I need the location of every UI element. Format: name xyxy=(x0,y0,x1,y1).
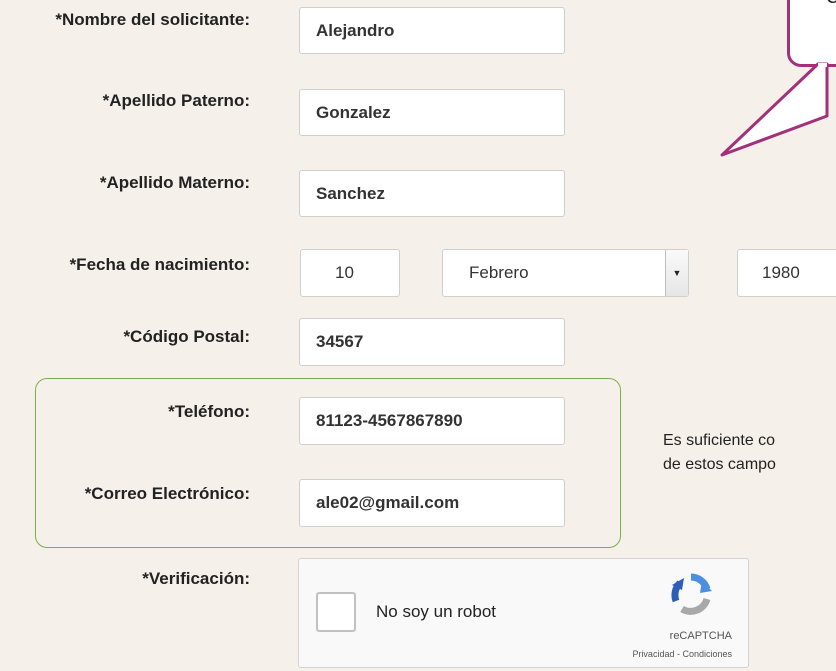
verificacion-label: *Verificación: xyxy=(142,569,250,588)
recaptcha-logo-icon xyxy=(671,573,712,615)
fecha-nacimiento-label: *Fecha de nacimiento: xyxy=(69,255,250,274)
birth-month-select[interactable]: Febrero ▼ xyxy=(442,249,689,297)
recaptcha-checkbox[interactable] xyxy=(316,592,356,632)
note-text: Es suficiente co de estos campo xyxy=(663,429,776,477)
correo-label: *Correo Electrónico: xyxy=(84,484,250,503)
codigo-postal-field[interactable]: 34567 xyxy=(299,318,565,366)
note-line-2: de estos campo xyxy=(663,456,776,473)
recaptcha-links[interactable]: Privacidad - Condiciones xyxy=(632,649,732,659)
birth-month-value: Febrero xyxy=(469,263,529,282)
apellido-materno-label: *Apellido Materno: xyxy=(99,173,250,192)
birth-day-field[interactable]: 10 xyxy=(300,249,400,297)
telefono-field[interactable]: 81123-4567867890 xyxy=(299,397,565,445)
nombre-field[interactable]: Alejandro xyxy=(299,7,565,54)
recaptcha-brand: reCAPTCHA xyxy=(669,630,732,642)
telefono-label: *Teléfono: xyxy=(168,402,250,421)
nombre-label: *Nombre del solicitante: xyxy=(55,10,250,29)
apellido-paterno-label: *Apellido Paterno: xyxy=(102,91,250,110)
dropdown-arrow-icon[interactable]: ▼ xyxy=(665,250,688,296)
codigo-postal-label: *Código Postal: xyxy=(123,327,250,346)
recaptcha-checkbox-label: No soy un robot xyxy=(376,602,497,621)
apellido-materno-field[interactable]: Sanchez xyxy=(299,170,565,217)
correo-field[interactable]: ale02@gmail.com xyxy=(299,479,565,527)
birth-year-field[interactable]: 1980 xyxy=(737,249,836,297)
apellido-paterno-field[interactable]: Gonzalez xyxy=(299,89,565,136)
note-line-1: Es suficiente co xyxy=(663,432,776,449)
recaptcha-widget: No soy un robot reCAPTCHA Privacidad - C… xyxy=(298,558,749,668)
